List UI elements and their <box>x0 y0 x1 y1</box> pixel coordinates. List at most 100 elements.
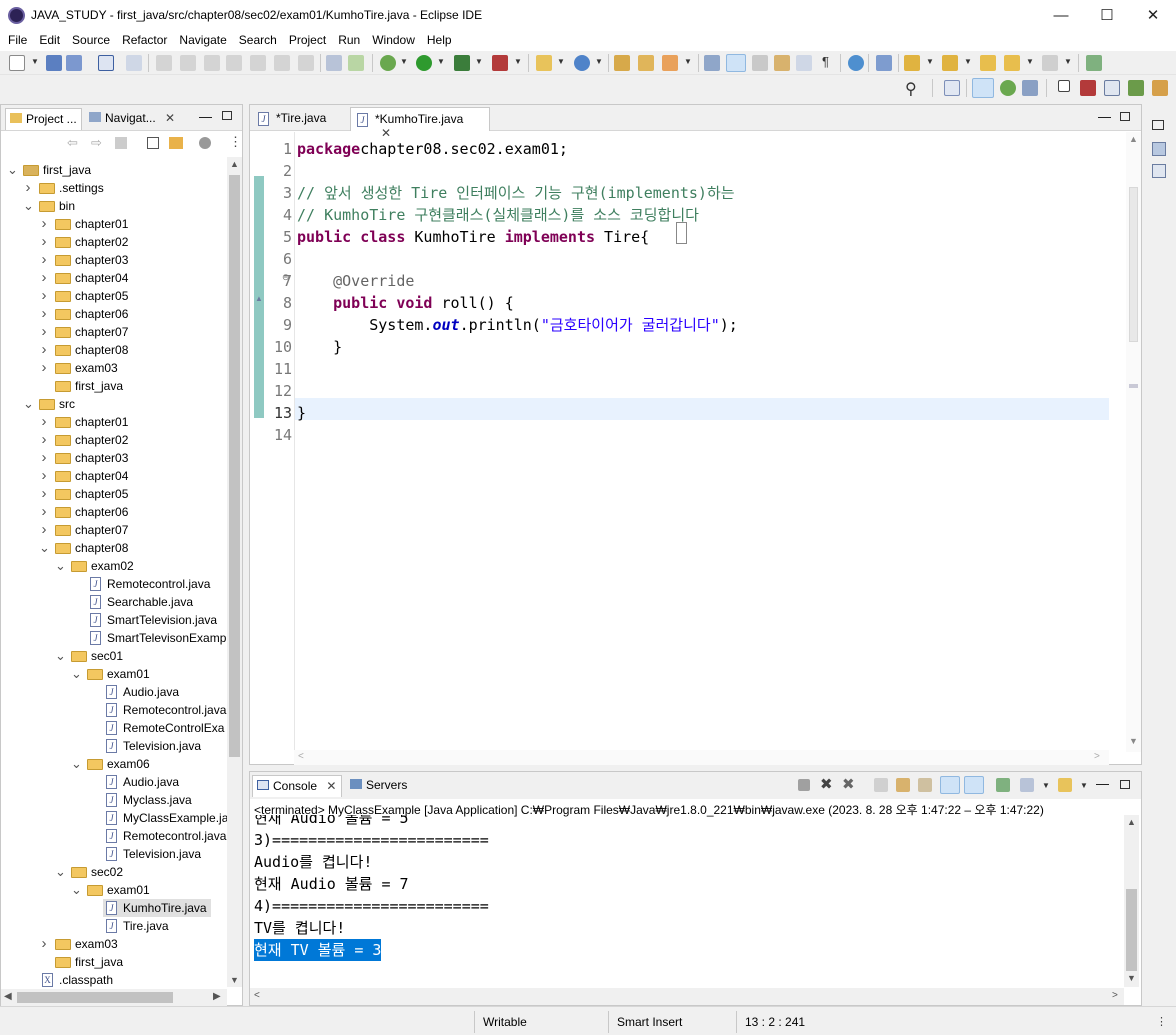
maximize-button[interactable]: ☐ <box>1084 0 1130 31</box>
search-icon[interactable]: ⚲ <box>905 79 917 99</box>
code-area[interactable]: packagechapter08.sec02.exam01; // 앞서 생성한 … <box>294 132 1109 752</box>
new-class-icon[interactable] <box>574 55 590 71</box>
chevron-right-icon[interactable]: › <box>39 431 49 449</box>
debug-icon[interactable] <box>380 55 396 71</box>
chevron-right-icon[interactable]: › <box>39 323 49 341</box>
console-output-line[interactable]: 3)======================== <box>254 829 489 851</box>
console-output-line[interactable]: TV를 켭니다! <box>254 917 345 939</box>
new-java-project-icon[interactable] <box>536 55 552 71</box>
code-line[interactable]: } <box>297 402 306 424</box>
menu-source[interactable]: Source <box>66 31 116 51</box>
scroll-left-icon[interactable]: < <box>298 751 304 762</box>
remove-launch-icon[interactable]: ✖ <box>820 775 833 793</box>
tree-file-item[interactable]: KumhoTire.java J <box>103 899 211 917</box>
tree-file-item[interactable]: RemoteControlExa J <box>103 719 224 737</box>
new-class-dropdown-icon[interactable]: ▼ <box>595 57 603 66</box>
coverage-icon[interactable] <box>454 55 470 71</box>
problems-icon[interactable] <box>1128 80 1144 96</box>
step-into-icon[interactable] <box>250 55 266 71</box>
show-on-stdout-icon[interactable] <box>940 776 960 794</box>
scroll-right-icon[interactable]: ▶ <box>213 991 221 1002</box>
chevron-down-icon[interactable]: ⌄ <box>7 161 18 179</box>
tree-file-item[interactable]: Audio.java J <box>103 773 179 791</box>
chevron-down-icon[interactable]: ⌄ <box>71 881 82 899</box>
chevron-down-icon[interactable]: ⌄ <box>55 647 66 665</box>
tree-folder-item[interactable]: chapter02 <box>55 233 128 251</box>
tree-folder-item[interactable]: first_java <box>23 161 91 179</box>
chevron-right-icon[interactable]: › <box>39 935 49 953</box>
tree-folder-item[interactable]: exam01 <box>87 881 150 899</box>
chevron-right-icon[interactable]: › <box>39 467 49 485</box>
tree-folder-item[interactable]: chapter07 <box>55 521 128 539</box>
chevron-right-icon[interactable]: › <box>39 485 49 503</box>
tree-folder-item[interactable]: first_java <box>55 377 123 395</box>
code-line[interactable]: public void roll() { <box>297 292 514 314</box>
scroll-lock-icon[interactable] <box>896 778 910 792</box>
tree-folder-item[interactable]: chapter05 <box>55 485 128 503</box>
menu-run[interactable]: Run <box>332 31 366 51</box>
chevron-right-icon[interactable]: › <box>39 521 49 539</box>
tree-folder-item[interactable]: chapter04 <box>55 269 128 287</box>
tree-horizontal-scroll-thumb[interactable] <box>17 992 173 1003</box>
minimize-button[interactable]: — <box>1038 0 1084 31</box>
code-line[interactable]: } <box>297 336 342 358</box>
tree-folder-item[interactable]: chapter01 <box>55 413 128 431</box>
tree-folder-item[interactable]: chapter06 <box>55 503 128 521</box>
tree-vertical-scrollbar[interactable]: ▲ ▼ <box>227 157 242 987</box>
maximize-panel-icon[interactable] <box>222 111 232 120</box>
editor-horizontal-scrollbar[interactable]: < > <box>294 750 1109 765</box>
outline-view-icon[interactable] <box>1152 142 1166 156</box>
editor-vertical-scroll-thumb[interactable] <box>1129 187 1138 342</box>
suspend-icon[interactable] <box>180 55 196 71</box>
chevron-right-icon[interactable]: › <box>39 287 49 305</box>
search-dropdown-icon[interactable]: ▼ <box>684 57 692 66</box>
last-edit-icon[interactable] <box>980 55 996 71</box>
chevron-right-icon[interactable]: › <box>39 251 49 269</box>
resume-icon[interactable] <box>156 55 172 71</box>
menu-refactor[interactable]: Refactor <box>116 31 173 51</box>
code-line[interactable]: @Override <box>297 270 414 292</box>
external-tools-dropdown-icon[interactable]: ▼ <box>514 57 522 66</box>
tree-file-item[interactable]: SmartTelevision.java J <box>87 611 217 629</box>
prev-annotation-dropdown-icon[interactable]: ▼ <box>964 57 972 66</box>
tab-kumhotire-java[interactable]: J *KumhoTire.java ✕ <box>350 107 490 140</box>
tab-project-explorer[interactable]: Project ... <box>5 108 82 130</box>
chevron-down-icon[interactable]: ⌄ <box>55 557 66 575</box>
terminate-console-icon[interactable] <box>798 779 810 791</box>
insert-mode-status[interactable]: Smart Insert <box>608 1011 736 1033</box>
open-type-icon[interactable] <box>614 55 630 71</box>
tree-folder-item[interactable]: chapter03 <box>55 449 128 467</box>
mark-occurrences-icon[interactable] <box>726 54 746 72</box>
minimize-console-icon[interactable]: — <box>1096 776 1109 791</box>
chevron-right-icon[interactable]: › <box>39 449 49 467</box>
menu-help[interactable]: Help <box>421 31 458 51</box>
new-dropdown-icon[interactable]: ▼ <box>31 57 39 66</box>
toggle-breadcrumb-icon[interactable] <box>704 55 720 71</box>
chevron-down-icon[interactable]: ⌄ <box>71 665 82 683</box>
debug-perspective-icon[interactable] <box>1000 80 1016 96</box>
tab-console[interactable]: Console ✕ <box>252 775 342 797</box>
tree-folder-item[interactable]: chapter04 <box>55 467 128 485</box>
new-java-project-dropdown-icon[interactable]: ▼ <box>557 57 565 66</box>
open-perspective-button[interactable] <box>944 80 960 96</box>
display-console-icon[interactable] <box>1020 778 1034 792</box>
skip-breakpoints-icon[interactable] <box>126 55 142 71</box>
open-console-dropdown-icon[interactable]: ▼ <box>1080 781 1088 790</box>
terminal-icon[interactable] <box>98 55 114 71</box>
scroll-up-icon[interactable]: ▲ <box>1127 817 1136 827</box>
chevron-right-icon[interactable]: › <box>39 413 49 431</box>
forward-dropdown-icon[interactable]: ▼ <box>1064 57 1072 66</box>
code-line[interactable]: // 앞서 생성한 Tire 인터페이스 기능 구현(implements)하는 <box>297 182 735 204</box>
chevron-down-icon[interactable]: ⌄ <box>39 539 50 557</box>
open-task-folder-icon[interactable] <box>638 55 654 71</box>
console-output-line[interactable]: 현재 TV 볼륨 = 3 <box>254 939 382 961</box>
tree-file-item[interactable]: Audio.java J <box>103 683 179 701</box>
next-annotation-icon[interactable] <box>904 55 920 71</box>
block-selection-icon[interactable] <box>752 55 768 71</box>
console-output[interactable]: 현재 Audio 볼륨 = 5 3)=======================… <box>254 815 1124 985</box>
scroll-up-icon[interactable]: ▲ <box>230 159 239 169</box>
tree-file-item[interactable]: Remotecontrol.java J <box>103 827 226 845</box>
pin-editor-icon[interactable] <box>876 55 892 71</box>
chevron-right-icon[interactable]: › <box>39 341 49 359</box>
close-button[interactable]: ✕ <box>1130 0 1176 31</box>
